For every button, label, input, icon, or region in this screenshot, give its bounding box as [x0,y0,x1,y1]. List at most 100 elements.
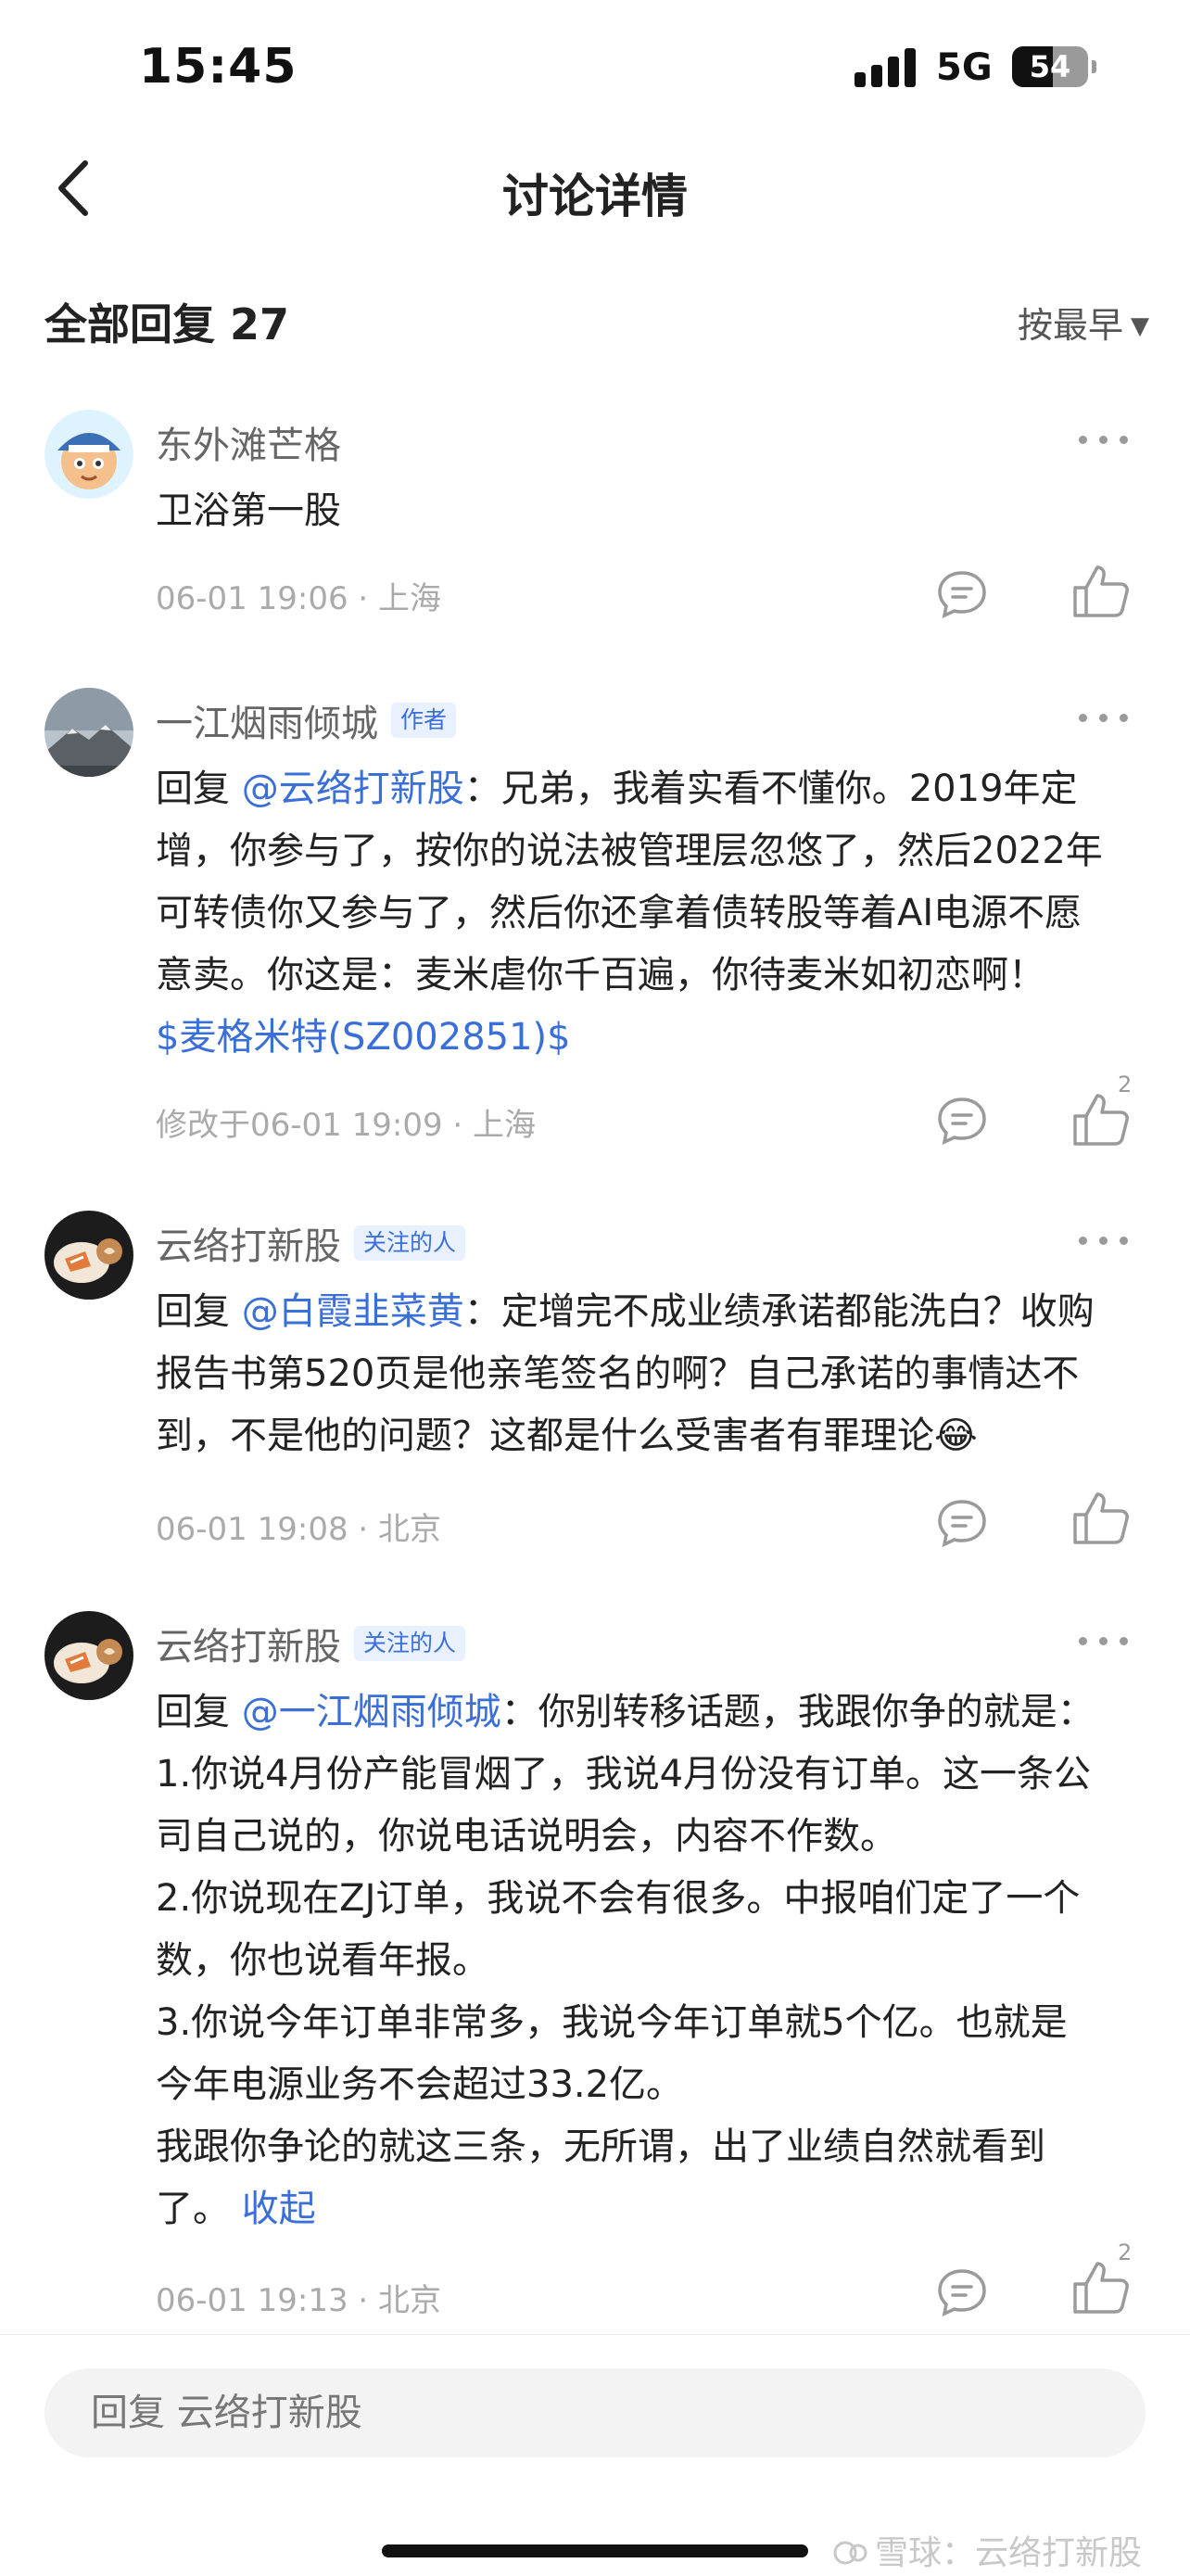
sort-label: 按最早 [1017,305,1123,346]
battery-icon: 54 [1012,46,1096,87]
comment-line-text: 了。 [156,2188,242,2230]
author-name[interactable]: 一江烟雨倾城 [156,703,378,745]
more-options-button[interactable] [1079,1630,1131,1652]
stock-link[interactable]: $麦格米特(SZ002851)$ [156,1016,571,1059]
author-name[interactable]: 云络打新股 [156,1225,341,1268]
like-button[interactable] [1070,1489,1133,1548]
author-name[interactable]: 云络打新股 [156,1626,341,1669]
author-row: 东外滩芒格 [156,415,341,471]
comment-line: 报告书第520页是他亲笔签名的啊？自己承诺的事情达不 [156,1352,1080,1395]
comment-line: 我跟你争论的就这三条，无所谓，出了业绩自然就看到 [156,2126,1045,2168]
comment-item: 东外滩芒格 卫浴第一股 06-01 19:06 · 上海 [0,410,1190,632]
battery-label: 54 [1029,49,1071,84]
author-row: 云络打新股 关注的人 [156,1216,466,1272]
mention-link[interactable]: @白霞韭菜黄 [242,1290,464,1333]
like-count: 2 [1118,1072,1133,1098]
reply-bubble-icon [938,571,986,619]
author-tag: 关注的人 [354,1225,466,1261]
reply-prefix: 回复 [156,1691,242,1733]
author-tag: 作者 [391,703,457,738]
reply-button[interactable] [936,569,988,619]
comment-meta: 修改于06-01 19:09 · 上海 [156,1107,537,1144]
comment-line-text: ：兄弟，我着实看不懂你。2019年定 [463,768,1078,810]
comment-item: 云络打新股 关注的人 回复 @一江烟雨倾城：你别转移话题，我跟你争的就是： 1.你… [0,1611,1190,2319]
comment-line: 司自己说的，你说电话说明会，内容不作数。 [156,1815,897,1858]
avatar[interactable] [44,688,133,777]
comment-text: 回复 @白霞韭菜黄：定增完不成业绩承诺都能洗白？收购 报告书第520页是他亲笔签… [156,1281,1138,1467]
comment-line: 意卖。你这是：麦米虐你千百遍，你待麦米如初恋啊！ [156,954,1045,996]
like-button[interactable] [1070,562,1133,621]
more-options-button[interactable] [1079,706,1131,729]
comment-line: 卫浴第一股 [156,489,341,532]
comment-meta: 06-01 19:06 · 上海 [156,580,442,617]
author-row: 一江烟雨倾城 作者 [156,693,457,749]
comment-line: 2.你说现在ZJ订单，我说不会有很多。中报咱们定了一个 [156,1877,1081,1920]
comment-meta: 06-01 19:13 · 北京 [156,2282,442,2319]
comment-line: $麦格米特(SZ002851)$ [156,1007,1138,1069]
snowball-logo-icon [833,2541,867,2565]
reply-bubble-icon [938,1500,986,1548]
comment-line: 回复 @云络打新股：兄弟，我着实看不懂你。2019年定 [156,758,1138,820]
reply-bubble-icon [938,1098,986,1146]
watermark: 雪球：云络打新股 [832,2526,1142,2574]
comment-line: 回复 @一江烟雨倾城：你别转移话题，我跟你争的就是： [156,1681,1138,1744]
page-title: 讨论详情 [502,170,688,223]
thumbs-up-icon [1073,1492,1129,1544]
dropdown-caret-icon: ▼ [1131,312,1149,340]
collapse-link[interactable]: 收起 [242,2188,316,2230]
comment-line: 可转债你又参与了，然后你还拿着债转股等着AI电源不愿 [156,892,1082,934]
comment-line: 数，你也说看年报。 [156,1939,489,1982]
comment-line: 1.你说4月份产能冒烟了，我说4月份没有订单。这一条公 [156,1753,1092,1796]
avatar-food-icon [44,1611,133,1700]
comment-line: 3.你说今年订单非常多，我说今年订单就5个亿。也就是 [156,2001,1068,2044]
sort-dropdown[interactable]: 按最早 ▼ [1018,297,1149,348]
comment-meta: 06-01 19:08 · 北京 [156,1511,442,1548]
mention-link[interactable]: @一江烟雨倾城 [242,1691,501,1733]
author-name[interactable]: 东外滩芒格 [156,425,341,467]
avatar-mountain-icon [44,688,133,777]
thumbs-up-icon [1073,2262,1129,2314]
replies-header: 全部回复 27 按最早 ▼ [0,278,1190,362]
reply-bubble-icon [938,2269,986,2317]
reply-input[interactable] [44,2368,1146,2457]
thumbs-up-icon [1073,1094,1129,1146]
comment-item: 一江烟雨倾城 作者 回复 @云络打新股：兄弟，我着实看不懂你。2019年定 增，你… [0,688,1190,1151]
signal-bars-icon [855,48,916,87]
author-tag: 关注的人 [354,1626,466,1661]
reply-bar: 雪球：云络打新股 [0,2334,1190,2576]
reply-prefix: 回复 [156,1290,242,1333]
status-bar: 15:45 5G 54 [0,0,1190,139]
watermark-text: 雪球：云络打新股 [875,2534,1143,2572]
like-button[interactable] [1070,2258,1133,2317]
status-time: 15:45 [139,39,298,95]
reply-button[interactable] [936,1498,988,1548]
comment-item: 云络打新股 关注的人 回复 @白霞韭菜黄：定增完不成业绩承诺都能洗白？收购 报告书… [0,1211,1190,1563]
comment-line: 了。 收起 [156,2178,1138,2240]
more-options-button[interactable] [1079,1229,1131,1251]
comment-text: 回复 @一江烟雨倾城：你别转移话题，我跟你争的就是： 1.你说4月份产能冒烟了，… [156,1681,1138,2240]
battery-nub [1092,60,1096,73]
like-button[interactable] [1070,1090,1133,1149]
author-row: 云络打新股 关注的人 [156,1617,466,1672]
avatar-cartoon-icon [44,410,133,499]
comment-line: 到，不是他的问题？这都是什么受害者有罪理论😂 [156,1415,978,1457]
comment-text: 回复 @云络打新股：兄弟，我着实看不懂你。2019年定 增，你参与了，按你的说法… [156,758,1138,1069]
comment-line-text: ：你别转移话题，我跟你争的就是： [500,1691,1095,1733]
network-label: 5G [936,46,993,89]
home-indicator[interactable] [382,2544,808,2557]
avatar[interactable] [44,1211,133,1300]
avatar[interactable] [44,1611,133,1700]
comment-line: 回复 @白霞韭菜黄：定增完不成业绩承诺都能洗白？收购 [156,1281,1138,1343]
comment-text: 卫浴第一股 [156,480,1138,542]
thumbs-up-icon [1073,565,1129,617]
reply-button[interactable] [936,2267,988,2317]
nav-bar: 讨论详情 [0,139,1190,241]
comment-line: 增，你参与了，按你的说法被管理层忽悠了，然后2022年 [156,830,1103,872]
reply-button[interactable] [936,1096,988,1146]
more-options-button[interactable] [1079,428,1131,450]
comment-line: 今年电源业务不会超过33.2亿。 [156,2063,684,2106]
mention-link[interactable]: @云络打新股 [242,768,464,810]
avatar[interactable] [44,410,133,499]
reply-prefix: 回复 [156,768,242,810]
avatar-food-icon [44,1211,133,1300]
